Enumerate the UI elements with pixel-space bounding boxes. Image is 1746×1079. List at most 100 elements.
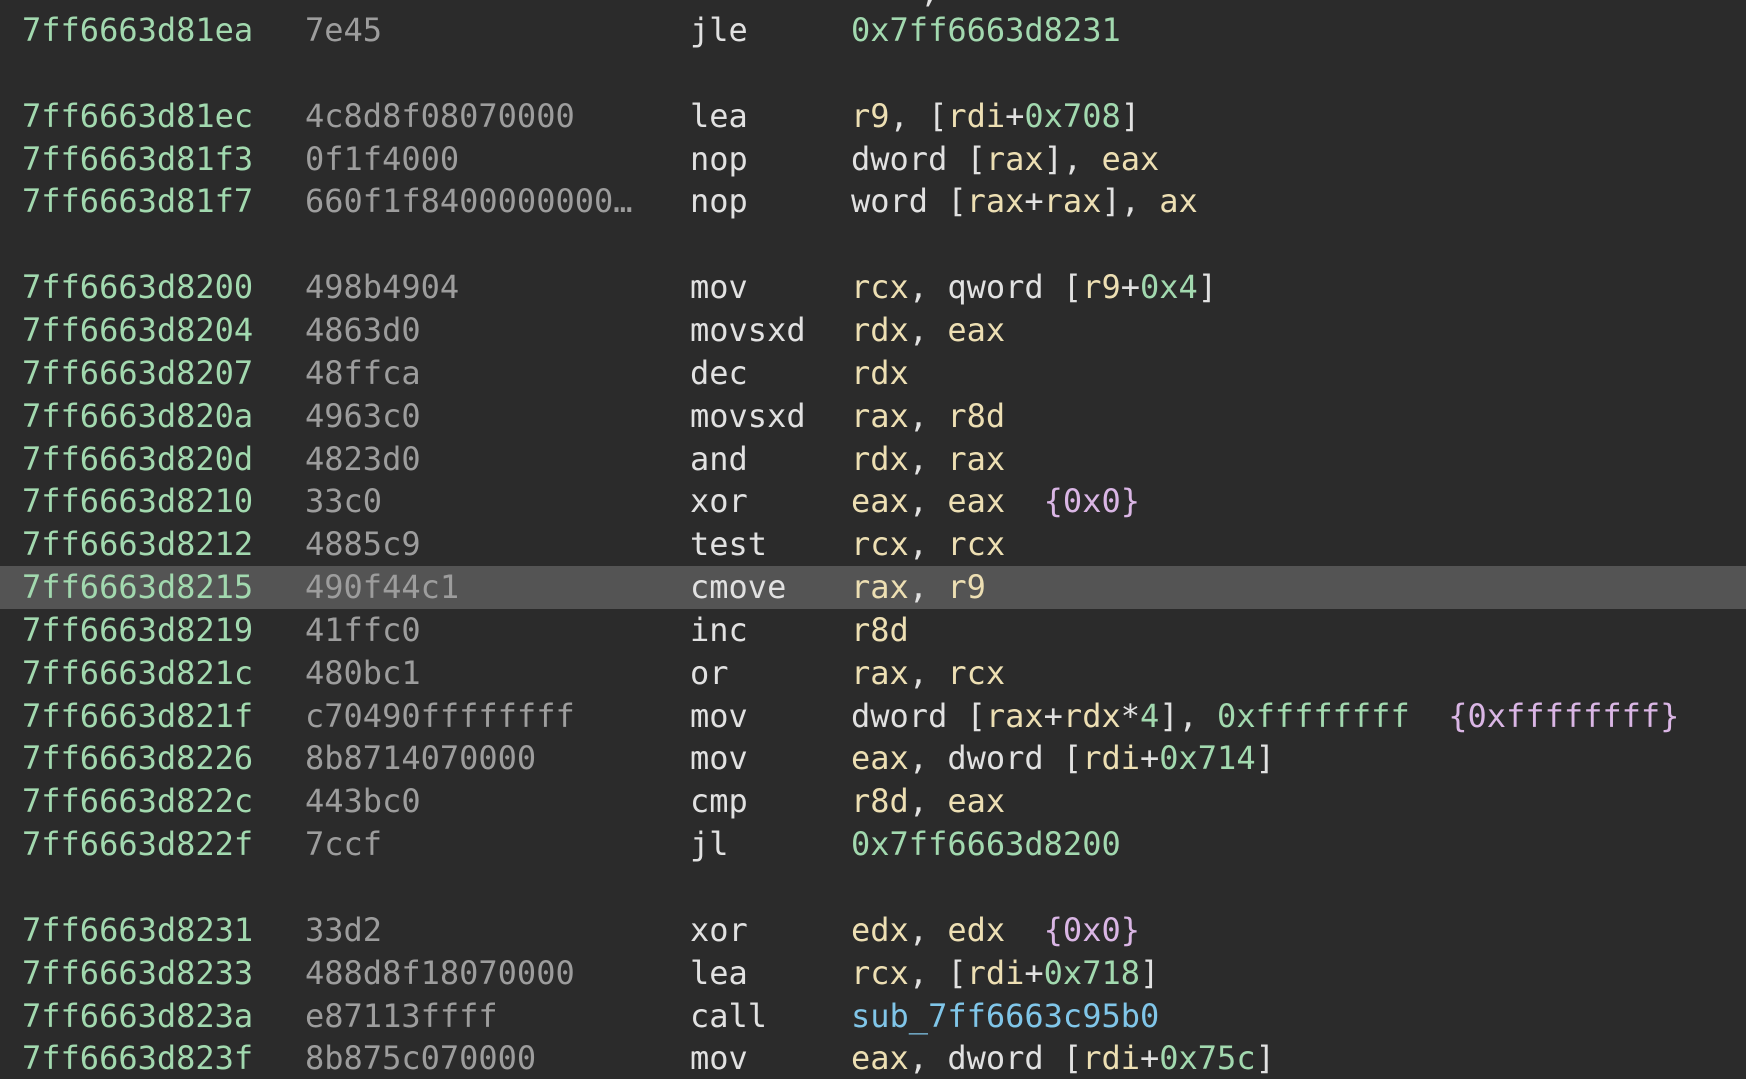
- instruction-address[interactable]: 7ff6663d8226: [22, 737, 253, 780]
- instruction-mnemonic: dec: [690, 353, 748, 392]
- number-token[interactable]: 0x718: [1044, 954, 1140, 992]
- register-token: rcx: [851, 525, 909, 564]
- number-token[interactable]: 0x708: [1024, 97, 1120, 135]
- instruction-operands: dword [rax], eax: [851, 138, 1159, 181]
- instruction-bytes: 4863d0: [305, 310, 421, 349]
- instruction-mnemonic: xor: [690, 482, 748, 521]
- instruction-row[interactable]: 7ff6663d81ec 4c8d8f08070000 lea r9, [rdi+0x…: [0, 95, 1746, 138]
- instruction-row-selected[interactable]: 7ff6663d8215 490f44c1 cmove rax, r9: [0, 566, 1746, 610]
- instruction-mnemonic: lea: [690, 96, 748, 135]
- instruction-row[interactable]: 7ff6663d8219 41ffc0 inc r8d: [0, 609, 1746, 652]
- instruction-address[interactable]: 7ff6663d823a: [22, 995, 253, 1038]
- instruction-row[interactable]: 7ff6663d8233 488d8f18070000 lea rcx, [rdi+0…: [0, 952, 1746, 995]
- number-token[interactable]: 0x7ff6663d8231: [851, 11, 1121, 49]
- instruction-row[interactable]: 7ff6663d8207 48ffca dec rdx: [0, 352, 1746, 395]
- instruction-row[interactable]: 7ff6663d820a 4963c0 movsxd rax, r8d: [0, 395, 1746, 438]
- instruction-row[interactable]: 7ff6663d81ea 7e45 jle 0x7ff6663d8231: [0, 9, 1746, 52]
- instruction-address[interactable]: 7ff6663d81ea: [22, 9, 253, 52]
- instruction-mnemonic: inc: [690, 610, 748, 649]
- instruction-address[interactable]: 7ff6663d8200: [22, 266, 253, 309]
- instruction-bytes: 488d8f18070000: [305, 953, 575, 992]
- instruction-row[interactable]: 7ff6663d8200 498b4904 mov rcx, qword [r9+0x…: [0, 266, 1746, 309]
- symbol-link[interactable]: sub_7ff6663c95b0: [851, 997, 1159, 1035]
- punctuation-token: ,: [908, 568, 948, 607]
- value-annotation: {0x0}: [1043, 482, 1140, 521]
- register-token: rcx: [851, 953, 909, 992]
- instruction-address[interactable]: 7ff6663d8210: [22, 480, 253, 523]
- instruction-mnemonic: mov: [690, 268, 748, 307]
- instruction-row[interactable]: 7ff6663d820d 4823d0 and rdx, rax: [0, 438, 1746, 481]
- register-token: rax: [1043, 182, 1102, 221]
- instruction-address[interactable]: 7ff6663d8233: [22, 952, 253, 995]
- register-token: rdx: [851, 439, 909, 478]
- instruction-address[interactable]: 7ff6663d8212: [22, 523, 253, 566]
- instruction-bytes: 33d2: [305, 910, 383, 949]
- register-token: eax: [947, 310, 1006, 349]
- instruction-bytes: 8b8714070000: [305, 739, 537, 778]
- instruction-row[interactable]: 7ff6663d823a e87113ffff call sub_7ff6663c95…: [0, 995, 1746, 1038]
- size-keyword-token: dword [: [851, 696, 986, 735]
- instruction-row[interactable]: 7ff6663d8226 8b8714070000 mov eax, dword [r…: [0, 737, 1746, 780]
- number-token[interactable]: 0x7ff6663d8200: [851, 825, 1121, 863]
- instruction-row[interactable]: 7ff6663d81f7 660f1f8400000000… nop word [ra…: [0, 180, 1746, 223]
- instruction-row[interactable]: 7ff6663d822c 443bc0 cmp r8d, eax: [0, 780, 1746, 823]
- instruction-address[interactable]: 7ff6663d821f: [22, 695, 253, 738]
- instruction-row[interactable]: 7ff6663d821f c70490ffffffff mov dword [rax+…: [0, 695, 1746, 738]
- instruction-address[interactable]: 7ff6663d8215: [22, 566, 253, 609]
- instruction-row[interactable]: 7ff6663d822f 7ccf jl 0x7ff6663d8200: [0, 823, 1746, 866]
- punctuation-token: ,: [908, 910, 948, 949]
- instruction-row[interactable]: 7ff6663d8204 4863d0 movsxd rdx, eax: [0, 309, 1746, 352]
- instruction-row[interactable]: 7ff6663d8231 33d2 xor edx, edx {0x0}: [0, 909, 1746, 952]
- register-token: rax: [985, 139, 1044, 178]
- register-token: r8d: [947, 396, 1006, 435]
- instruction-operands: rdx: [851, 352, 909, 395]
- number-token[interactable]: 0xffffffff: [1217, 697, 1410, 735]
- instruction-address[interactable]: 7ff6663d8204: [22, 309, 253, 352]
- value-annotation: {0x0}: [1043, 910, 1140, 949]
- instruction-address[interactable]: 7ff6663d821c: [22, 652, 253, 695]
- punctuation-token: [1005, 911, 1044, 949]
- register-token: eax: [851, 1039, 909, 1078]
- number-token[interactable]: 0x75c: [1159, 1039, 1255, 1077]
- instruction-row[interactable]: 7ff6663d8210 33c0 xor eax, eax {0x0}: [0, 480, 1746, 523]
- instruction-bytes: 498b4904: [305, 268, 460, 307]
- instruction-row[interactable]: 7ff6663d8212 4885c9 test rcx, rcx: [0, 523, 1746, 566]
- register-token: r9: [947, 568, 986, 607]
- instruction-address[interactable]: 7ff6663d8231: [22, 909, 253, 952]
- instruction-bytes: 4c8d8f08070000: [305, 96, 575, 135]
- instruction-address[interactable]: 7ff6663d820a: [22, 395, 253, 438]
- instruction-address[interactable]: 7ff6663d822c: [22, 780, 253, 823]
- instruction-row[interactable]: 7ff6663d821c 480bc1 or rax, rcx: [0, 652, 1746, 695]
- punctuation-token: ,: [908, 439, 948, 478]
- disassembly-view[interactable]: , 7ff6663d81ea7e45jle0x7ff6663d82317ff66…: [0, 0, 1746, 1079]
- instruction-mnemonic: nop: [690, 182, 748, 221]
- size-keyword-token: dword [: [851, 139, 986, 178]
- instruction-address[interactable]: 7ff6663d81ec: [22, 95, 253, 138]
- instruction-address[interactable]: 7ff6663d823f: [22, 1037, 253, 1079]
- register-token: rcx: [947, 525, 1006, 564]
- punctuation-token: ,: [908, 739, 948, 778]
- punctuation-token: ,: [908, 653, 948, 692]
- instruction-address[interactable]: 7ff6663d820d: [22, 438, 253, 481]
- instruction-mnemonic: jle: [690, 11, 748, 49]
- instruction-address[interactable]: 7ff6663d81f7: [22, 180, 253, 223]
- instruction-mnemonic: cmp: [690, 782, 748, 821]
- instruction-address[interactable]: 7ff6663d8219: [22, 609, 253, 652]
- instruction-address[interactable]: 7ff6663d8207: [22, 352, 253, 395]
- register-token: rax: [966, 182, 1025, 221]
- instruction-row[interactable]: 7ff6663d823f 8b875c070000 mov eax, dword [r…: [0, 1037, 1746, 1079]
- instruction-operands: rdx, rax: [851, 438, 1005, 481]
- register-token: rax: [851, 568, 909, 607]
- number-token[interactable]: 0x714: [1159, 739, 1255, 777]
- instruction-row[interactable]: 7ff6663d81f3 0f1f4000 nop dword [rax], eax: [0, 138, 1746, 181]
- number-token[interactable]: 0x4: [1140, 268, 1198, 306]
- instruction-operands: 0x7ff6663d8231: [851, 9, 1121, 52]
- register-token: eax: [947, 482, 1006, 521]
- register-token: rax: [985, 696, 1044, 735]
- number-token[interactable]: 4: [1140, 697, 1159, 735]
- instruction-address[interactable]: 7ff6663d822f: [22, 823, 253, 866]
- instruction-address[interactable]: 7ff6663d81f3: [22, 138, 253, 181]
- instruction-operands: rax, r8d: [851, 395, 1005, 438]
- instruction-operands: dword [rax+rdx*4], 0xffffffff {0xfffffff…: [851, 695, 1679, 738]
- punctuation-token: ]: [1255, 739, 1275, 778]
